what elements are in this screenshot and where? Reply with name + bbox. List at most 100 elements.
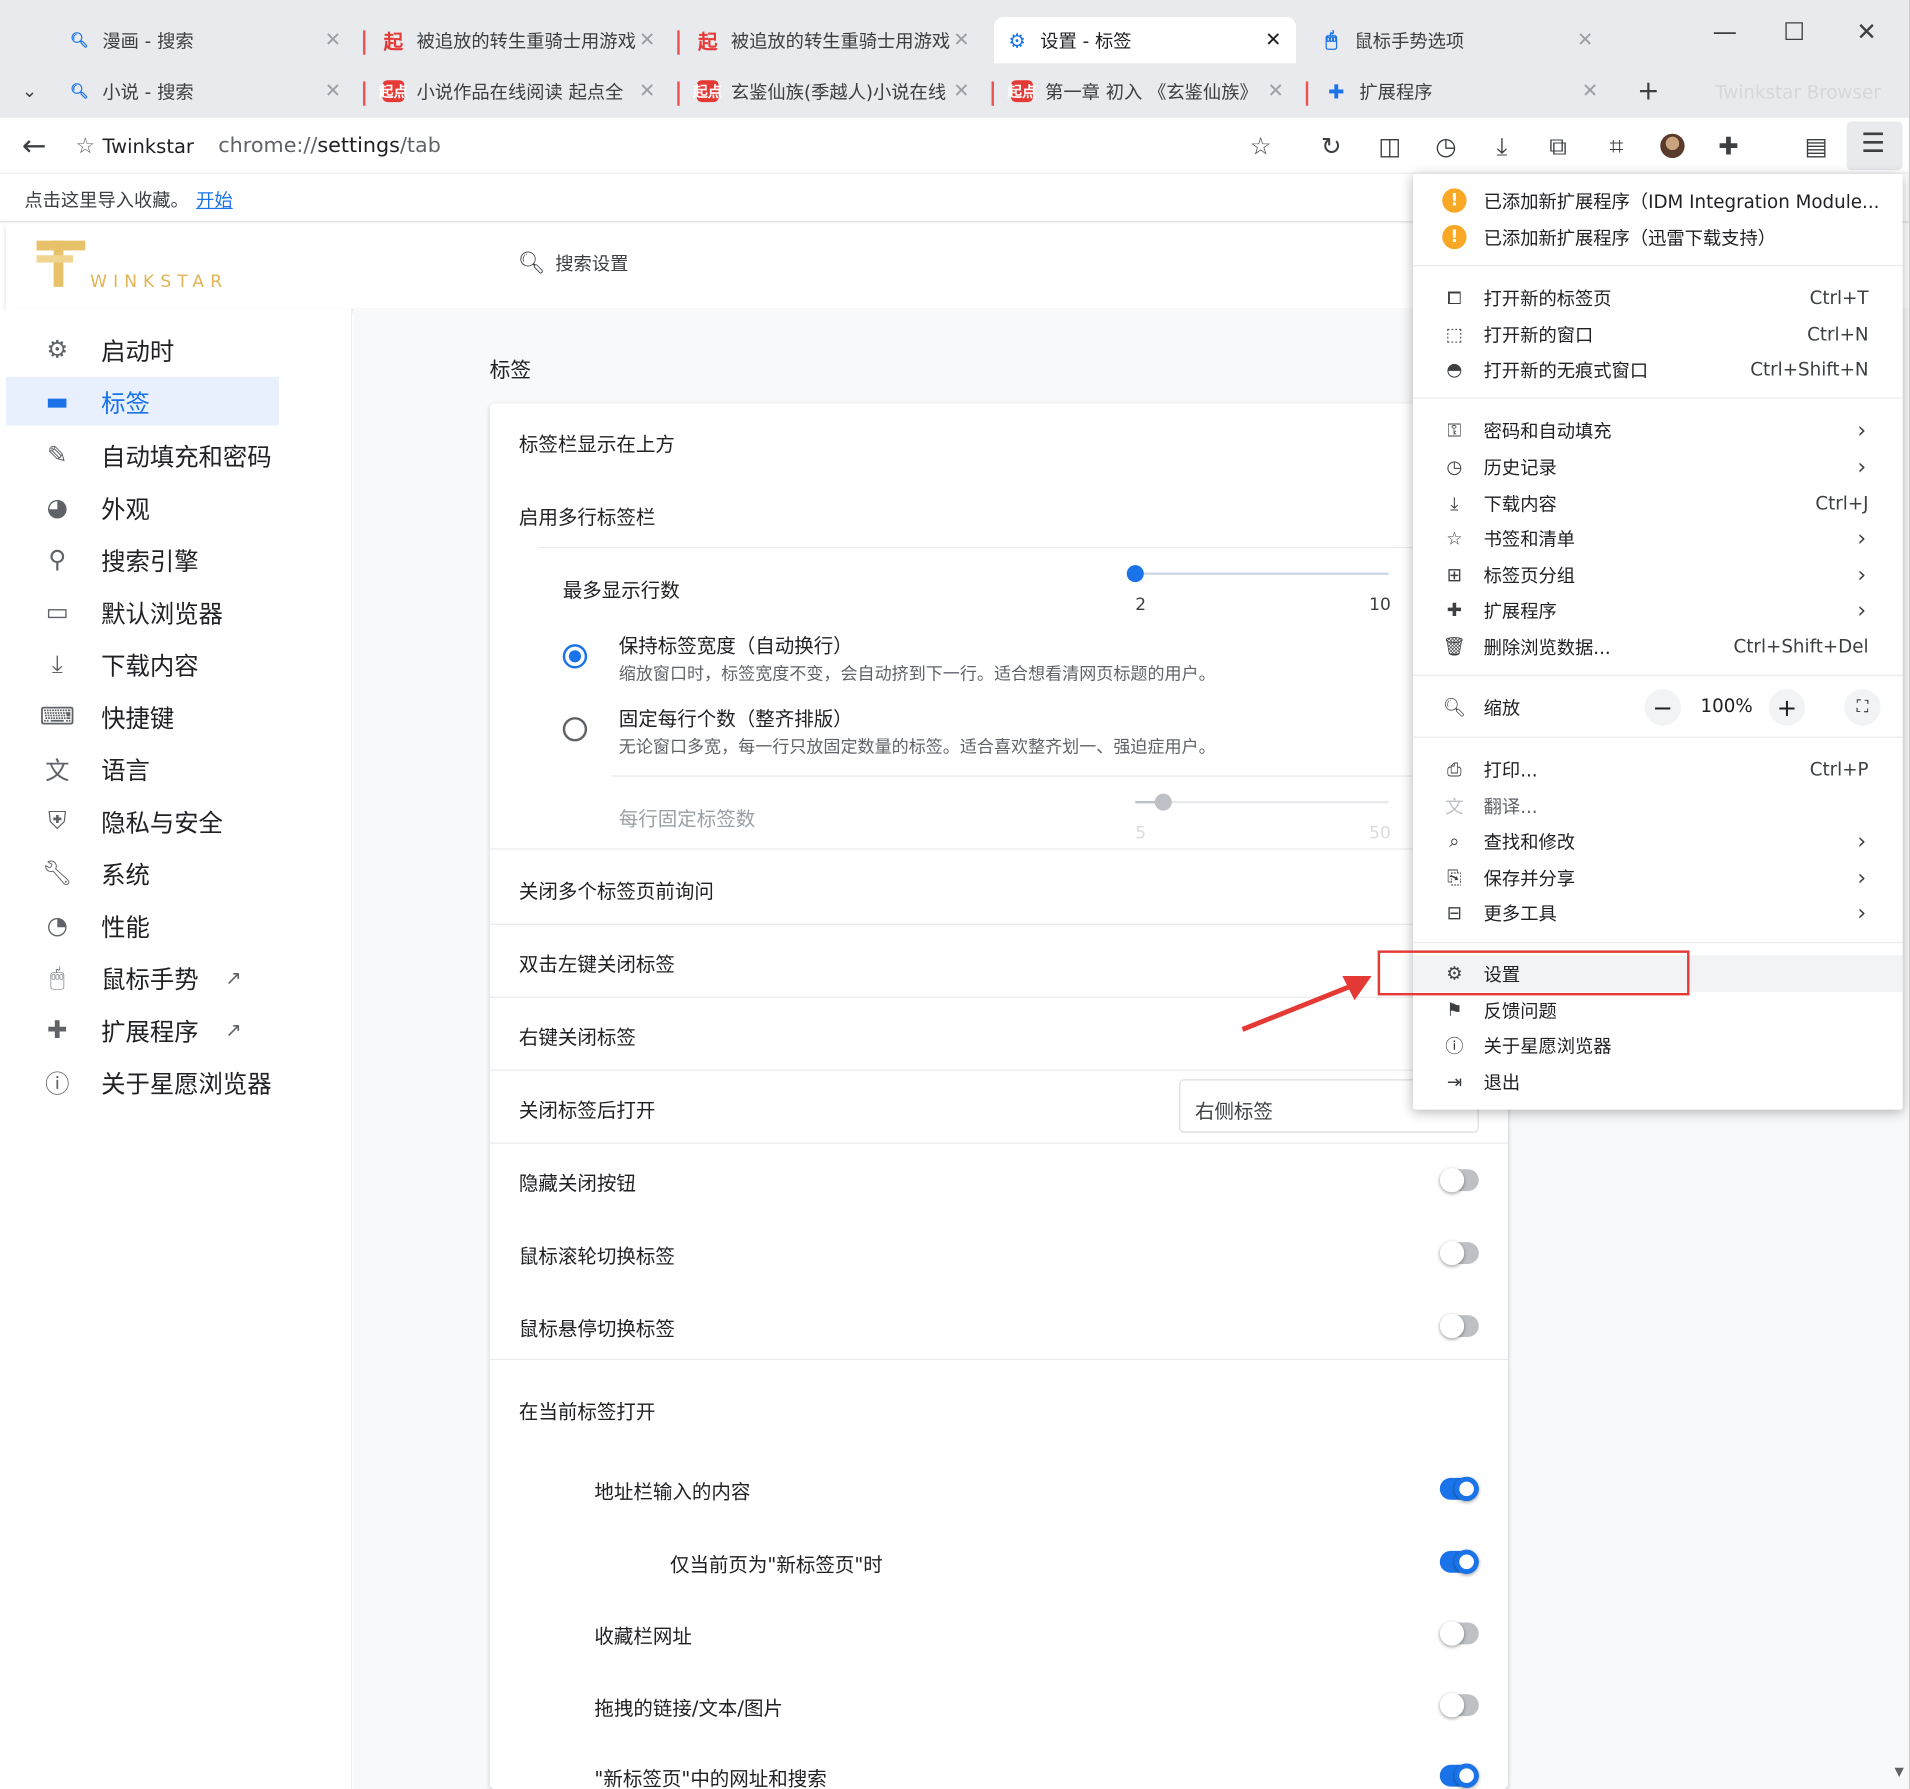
scroll-down-arrow[interactable]: ▼ — [1895, 1766, 1904, 1779]
tab-qidian-1[interactable]: 起 被追放的转生重骑士用游戏 ✕ — [370, 17, 670, 63]
close-icon[interactable]: ✕ — [953, 28, 969, 51]
new-tab-button[interactable]: + — [1625, 68, 1669, 114]
menu-new-incognito[interactable]: ◓ 打开新的无痕式窗口 Ctrl+Shift+N — [1413, 351, 1903, 387]
tab-xiaoshuo-search[interactable]: 🔍︎ 小说 - 搜索 ✕ — [56, 68, 356, 114]
menu-passwords[interactable]: ⚿ 密码和自动填充 › — [1413, 412, 1903, 448]
menu-extensions[interactable]: ✚ 扩展程序 › — [1413, 592, 1903, 628]
hover-switch-toggle[interactable] — [1439, 1313, 1479, 1339]
wheel-switch-toggle[interactable] — [1439, 1240, 1479, 1266]
menu-tab-groups[interactable]: ⊞ 标签页分组 › — [1413, 557, 1903, 593]
reload-icon[interactable]: ↻ — [1316, 130, 1348, 162]
menu-about[interactable]: ⓘ 关于星愿浏览器 — [1413, 1027, 1903, 1063]
tab-manager-icon[interactable]: ⧉ — [1542, 130, 1574, 162]
sidebar-item-default-browser[interactable]: ▭ 默认浏览器 — [6, 587, 352, 636]
close-window-button[interactable]: ✕ — [1856, 17, 1876, 46]
close-icon[interactable]: ✕ — [325, 28, 341, 51]
tab-mouse-gesture[interactable]: 🖱︎ 鼠标手势选项 ✕ — [1308, 17, 1608, 63]
sidebar-item-mouse-gesture[interactable]: 🖱︎ 鼠标手势 ↗ — [6, 953, 352, 1002]
minimize-button[interactable]: — — [1713, 17, 1737, 46]
close-icon[interactable]: ✕ — [1582, 79, 1598, 102]
address-input-toggle[interactable] — [1439, 1476, 1479, 1502]
crop-icon[interactable]: ⌗ — [1601, 130, 1633, 162]
sidebar-item-shortcuts[interactable]: ⌨ 快捷键 — [6, 692, 352, 741]
sidebar-item-autofill[interactable]: ✎ 自动填充和密码 — [6, 430, 352, 479]
avatar[interactable] — [1657, 130, 1689, 162]
close-icon[interactable]: ✕ — [639, 28, 655, 51]
extensions-puzzle-icon[interactable]: ✚ — [1713, 130, 1745, 162]
slider-thumb[interactable] — [1126, 565, 1144, 583]
sidebar-item-performance[interactable]: ◔ 性能 — [6, 901, 352, 950]
tab-settings[interactable]: ⚙ 设置 - 标签 ✕ — [993, 17, 1297, 64]
sidebar-item-appearance[interactable]: ◕ 外观 — [6, 483, 352, 532]
main-menu-button[interactable]: ☰ — [1846, 121, 1903, 171]
sidebar-item-search-engine[interactable]: ⚲ 搜索引擎 — [6, 535, 352, 584]
settings-search[interactable]: 🔍︎ 搜索设置 — [518, 250, 629, 276]
page-title: 标签 — [489, 358, 532, 383]
tab-qidian-4[interactable]: 起点 玄鉴仙族(季越人)小说在线 ✕ — [685, 68, 985, 114]
maximize-button[interactable]: ☐ — [1783, 17, 1805, 46]
hide-close-toggle[interactable] — [1439, 1167, 1479, 1193]
drag-link-toggle[interactable] — [1439, 1693, 1479, 1718]
menu-alert-xunlei[interactable]: ! 已添加新扩展程序（迅雷下载支持） — [1413, 219, 1903, 255]
menu-alert-idm[interactable]: ! 已添加新扩展程序（IDM Integration Module... — [1413, 182, 1903, 218]
close-icon[interactable]: ✕ — [1265, 28, 1281, 51]
close-icon[interactable]: ✕ — [325, 79, 341, 102]
menu-bookmarks[interactable]: ☆ 书签和清单 › — [1413, 520, 1903, 556]
max-rows-slider[interactable] — [1126, 562, 1389, 586]
menu-downloads[interactable]: ⤓ 下载内容 Ctrl+J — [1413, 485, 1903, 521]
sidebar-item-extensions[interactable]: ✚ 扩展程序 ↗ — [6, 1005, 352, 1054]
download-icon[interactable]: ⤓ — [1486, 130, 1518, 162]
menu-exit[interactable]: ⇥ 退出 — [1413, 1063, 1903, 1099]
menu-print[interactable]: ⎙ 打印... Ctrl+P — [1413, 751, 1903, 787]
fullscreen-button[interactable]: ⛶ — [1844, 689, 1881, 726]
menu-find-edit[interactable]: ⌕ 查找和修改 › — [1413, 823, 1903, 859]
tab-list-dropdown[interactable]: ⌄ — [10, 68, 56, 114]
menu-save-share[interactable]: ⎘ 保存并分享 › — [1413, 859, 1903, 895]
sidebar-item-languages[interactable]: 文 语言 — [6, 744, 352, 793]
sidebar-item-label: 自动填充和密码 — [101, 441, 272, 471]
radio-keep-width[interactable] — [562, 644, 588, 669]
bookmark-star-icon[interactable]: ☆ — [1245, 130, 1277, 162]
mouse-icon: 🖱︎ — [49, 962, 65, 992]
menu-feedback[interactable]: ⚑ 反馈问题 — [1413, 992, 1903, 1028]
bookmark-url-toggle[interactable] — [1439, 1621, 1479, 1646]
address-bar[interactable]: ☆ Twinkstar chrome://settings/tab — [76, 125, 1172, 166]
close-icon[interactable]: ✕ — [1268, 79, 1284, 102]
close-icon[interactable]: ✕ — [953, 79, 969, 102]
sidebar-item-privacy[interactable]: ⛨ 隐私与安全 — [6, 796, 352, 845]
reading-list-icon[interactable]: ▤ — [1800, 130, 1832, 162]
menu-history[interactable]: ◷ 历史记录 › — [1413, 448, 1903, 484]
tab-qidian-3[interactable]: 起点 小说作品在线阅读 起点全 ✕ — [370, 68, 670, 114]
sidebar-item-system[interactable]: 🔧︎ 系统 — [6, 848, 352, 897]
sidebar-item-about[interactable]: ⓘ 关于星愿浏览器 — [6, 1057, 352, 1106]
newtab-search-toggle[interactable] — [1439, 1763, 1479, 1788]
import-start-link[interactable]: 开始 — [196, 190, 233, 212]
zoom-in-button[interactable]: + — [1768, 689, 1806, 726]
menu-new-tab[interactable]: ⧠ 打开新的标签页 Ctrl+T — [1413, 280, 1903, 316]
only-newtab-toggle[interactable] — [1439, 1549, 1479, 1574]
menu-more-tools[interactable]: ⊟ 更多工具 › — [1413, 895, 1903, 931]
zoom-icon: 🔍︎ — [1442, 696, 1467, 719]
back-button[interactable]: ← — [22, 129, 46, 163]
radio-fixed-count[interactable] — [562, 717, 588, 742]
close-icon[interactable]: ✕ — [1577, 28, 1593, 51]
tab-extensions[interactable]: ✚ 扩展程序 ✕ — [1313, 68, 1613, 114]
sidebar-item-startup[interactable]: ⚙ 启动时 — [6, 325, 352, 374]
zoom-out-button[interactable]: − — [1644, 689, 1681, 726]
menu-zoom: 🔍︎ 缩放 − 100% + ⛶ — [1413, 689, 1903, 726]
split-view-icon[interactable]: ◫ — [1374, 130, 1406, 162]
setting-label: 鼠标滚轮切换标签 — [518, 1244, 675, 1268]
tab-strip: 🔍︎ 漫画 - 搜索 ✕ 起 被追放的转生重骑士用游戏 ✕ 起 被追放的转生重骑… — [0, 0, 1909, 118]
incognito-icon: ◓ — [1446, 358, 1463, 381]
history-icon[interactable]: ◷ — [1430, 130, 1462, 162]
menu-new-window[interactable]: ⬚ 打开新的窗口 Ctrl+N — [1413, 316, 1903, 352]
tab-qidian-5[interactable]: 起点 第一章 初入 《玄鉴仙族》 ✕ — [999, 68, 1299, 114]
sidebar-item-downloads[interactable]: ⤓ 下载内容 — [6, 639, 352, 688]
close-icon[interactable]: ✕ — [639, 79, 655, 102]
sidebar-item-tabs[interactable]: ▬ 标签 — [6, 376, 279, 426]
tab-manhua-search[interactable]: 🔍︎ 漫画 - 搜索 ✕ — [56, 17, 356, 63]
menu-translate[interactable]: 文翻译... — [1413, 788, 1903, 824]
setting-label: 标签栏显示在上方 — [518, 432, 675, 456]
menu-clear-data[interactable]: 🗑︎ 删除浏览数据... Ctrl+Shift+Del — [1413, 628, 1903, 664]
tab-qidian-2[interactable]: 起 被追放的转生重骑士用游戏 ✕ — [685, 17, 985, 63]
